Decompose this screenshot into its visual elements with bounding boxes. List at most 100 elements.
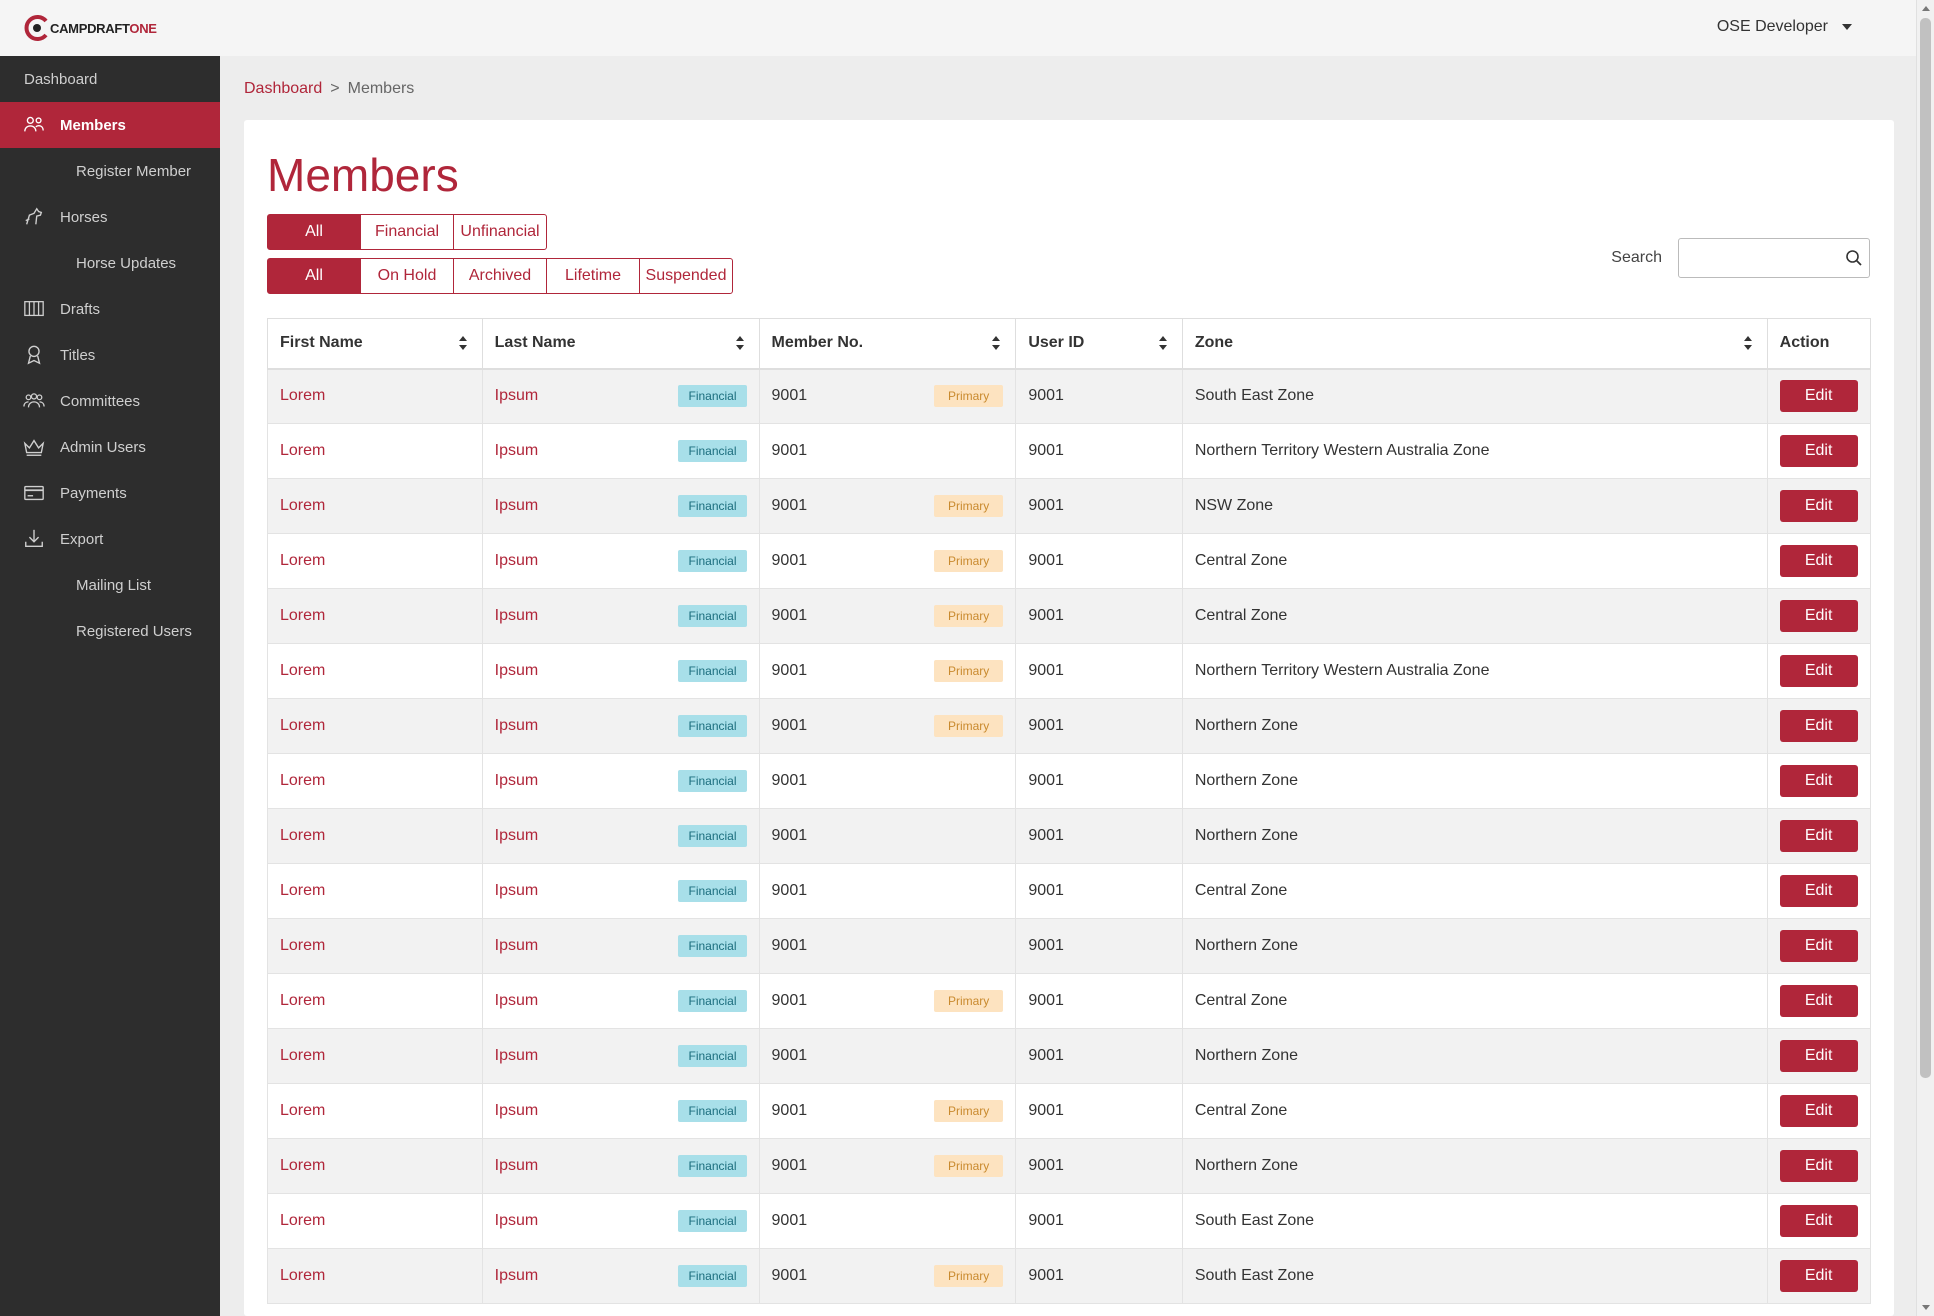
- status-filter-on-hold[interactable]: On Hold: [360, 258, 454, 294]
- sidebar-item-dashboard[interactable]: Dashboard: [0, 56, 220, 102]
- status-filter-lifetime[interactable]: Lifetime: [546, 258, 640, 294]
- edit-button[interactable]: Edit: [1779, 985, 1858, 1017]
- page-scrollbar[interactable]: [1916, 0, 1934, 1316]
- sidebar-item-register-member[interactable]: Register Member: [0, 148, 220, 194]
- scroll-down-icon[interactable]: [1922, 1305, 1930, 1310]
- first-name-link[interactable]: Lorem: [280, 992, 325, 1009]
- chevron-down-icon: [1842, 24, 1852, 30]
- sort-icon[interactable]: [991, 335, 1001, 351]
- sidebar-item-label: Horses: [60, 208, 108, 226]
- last-name-link[interactable]: Ipsum: [495, 442, 539, 460]
- sidebar-item-horses[interactable]: Horses: [0, 194, 220, 240]
- sidebar-item-mailing-list[interactable]: Mailing List: [0, 562, 220, 608]
- sort-icon[interactable]: [1158, 335, 1168, 351]
- sidebar-item-registered-users[interactable]: Registered Users: [0, 608, 220, 654]
- last-name-link[interactable]: Ipsum: [495, 662, 539, 680]
- last-name-link[interactable]: Ipsum: [495, 1212, 539, 1230]
- edit-button[interactable]: Edit: [1779, 765, 1858, 797]
- status-filter-all[interactable]: All: [267, 258, 361, 294]
- edit-button[interactable]: Edit: [1779, 820, 1858, 852]
- edit-button[interactable]: Edit: [1779, 380, 1858, 413]
- sidebar-item-horse-updates[interactable]: Horse Updates: [0, 240, 220, 286]
- first-name-link[interactable]: Lorem: [280, 442, 325, 459]
- last-name-link[interactable]: Ipsum: [495, 1047, 539, 1065]
- breadcrumb-home[interactable]: Dashboard: [244, 80, 322, 98]
- page-title: Members: [267, 149, 459, 201]
- last-name-link[interactable]: Ipsum: [495, 717, 539, 735]
- last-name-link[interactable]: Ipsum: [495, 497, 539, 515]
- sidebar-item-titles[interactable]: Titles: [0, 332, 220, 378]
- first-name-link[interactable]: Lorem: [280, 717, 325, 734]
- sidebar-item-admin-users[interactable]: Admin Users: [0, 424, 220, 470]
- last-name-link[interactable]: Ipsum: [495, 882, 539, 900]
- last-name-wrap: Ipsum Financial: [495, 990, 747, 1012]
- first-name-link[interactable]: Lorem: [280, 1157, 325, 1174]
- sidebar-item-drafts[interactable]: Drafts: [0, 286, 220, 332]
- last-name-link[interactable]: Ipsum: [495, 827, 539, 845]
- first-name-link[interactable]: Lorem: [280, 497, 325, 514]
- last-name-link[interactable]: Ipsum: [495, 937, 539, 955]
- column-header-member-no[interactable]: Member No.: [758, 318, 1017, 370]
- search-icon[interactable]: [1845, 249, 1863, 267]
- last-name-link[interactable]: Ipsum: [495, 552, 539, 570]
- edit-button[interactable]: Edit: [1779, 1040, 1858, 1072]
- last-name-link[interactable]: Ipsum: [495, 1267, 539, 1285]
- sidebar-item-export[interactable]: Export: [0, 516, 220, 562]
- edit-button[interactable]: Edit: [1779, 600, 1858, 632]
- member-no: 9001: [771, 717, 808, 734]
- scroll-thumb[interactable]: [1920, 18, 1931, 1078]
- column-header-zone[interactable]: Zone: [1181, 318, 1768, 370]
- search-input[interactable]: [1679, 239, 1839, 277]
- last-name-link[interactable]: Ipsum: [495, 1157, 539, 1175]
- first-name-link[interactable]: Lorem: [280, 772, 325, 789]
- last-name-link[interactable]: Ipsum: [495, 772, 539, 790]
- sort-icon[interactable]: [1743, 335, 1753, 351]
- status-filter-archived[interactable]: Archived: [453, 258, 547, 294]
- edit-button[interactable]: Edit: [1779, 655, 1858, 687]
- sidebar-item-label: Mailing List: [76, 576, 152, 594]
- last-name-link[interactable]: Ipsum: [495, 1102, 539, 1120]
- edit-button[interactable]: Edit: [1779, 930, 1858, 962]
- brand-logo[interactable]: CAMPDRAFTONE: [22, 12, 157, 44]
- edit-button[interactable]: Edit: [1779, 1150, 1858, 1182]
- sort-icon[interactable]: [458, 335, 468, 351]
- sidebar-item-payments[interactable]: Payments: [0, 470, 220, 516]
- first-name-link[interactable]: Lorem: [280, 387, 325, 404]
- financial-filter-all[interactable]: All: [267, 214, 361, 250]
- last-name-link[interactable]: Ipsum: [495, 387, 539, 405]
- user-menu[interactable]: OSE Developer: [1717, 18, 1852, 36]
- first-name-link[interactable]: Lorem: [280, 882, 325, 899]
- first-name-link[interactable]: Lorem: [280, 1212, 325, 1229]
- column-header-last-name[interactable]: Last Name: [481, 318, 760, 370]
- edit-button[interactable]: Edit: [1779, 490, 1858, 522]
- search-box[interactable]: [1678, 238, 1870, 278]
- edit-button[interactable]: Edit: [1779, 710, 1858, 742]
- first-name-link[interactable]: Lorem: [280, 552, 325, 569]
- zone-cell: South East Zone: [1181, 1248, 1768, 1304]
- last-name-link[interactable]: Ipsum: [495, 607, 539, 625]
- first-name-link[interactable]: Lorem: [280, 607, 325, 624]
- column-header-first-name[interactable]: First Name: [267, 318, 483, 370]
- column-header-user-id[interactable]: User ID: [1015, 318, 1183, 370]
- edit-button[interactable]: Edit: [1779, 545, 1858, 577]
- edit-button[interactable]: Edit: [1779, 1260, 1858, 1292]
- first-name-link[interactable]: Lorem: [280, 827, 325, 844]
- first-name-link[interactable]: Lorem: [280, 1047, 325, 1064]
- last-name-link[interactable]: Ipsum: [495, 992, 539, 1010]
- sidebar-item-committees[interactable]: Committees: [0, 378, 220, 424]
- edit-button[interactable]: Edit: [1779, 435, 1858, 467]
- edit-button[interactable]: Edit: [1779, 1205, 1858, 1237]
- last-name-wrap: Ipsum Financial: [495, 660, 747, 682]
- first-name-link[interactable]: Lorem: [280, 1102, 325, 1119]
- first-name-link[interactable]: Lorem: [280, 1267, 325, 1284]
- sidebar-item-members[interactable]: Members: [0, 102, 220, 148]
- financial-filter-financial[interactable]: Financial: [360, 214, 454, 250]
- scroll-up-icon[interactable]: [1922, 6, 1930, 11]
- first-name-link[interactable]: Lorem: [280, 937, 325, 954]
- first-name-link[interactable]: Lorem: [280, 662, 325, 679]
- sort-icon[interactable]: [735, 335, 745, 351]
- status-filter-suspended[interactable]: Suspended: [639, 258, 733, 294]
- financial-filter-unfinancial[interactable]: Unfinancial: [453, 214, 547, 250]
- edit-button[interactable]: Edit: [1779, 875, 1858, 907]
- edit-button[interactable]: Edit: [1779, 1095, 1858, 1127]
